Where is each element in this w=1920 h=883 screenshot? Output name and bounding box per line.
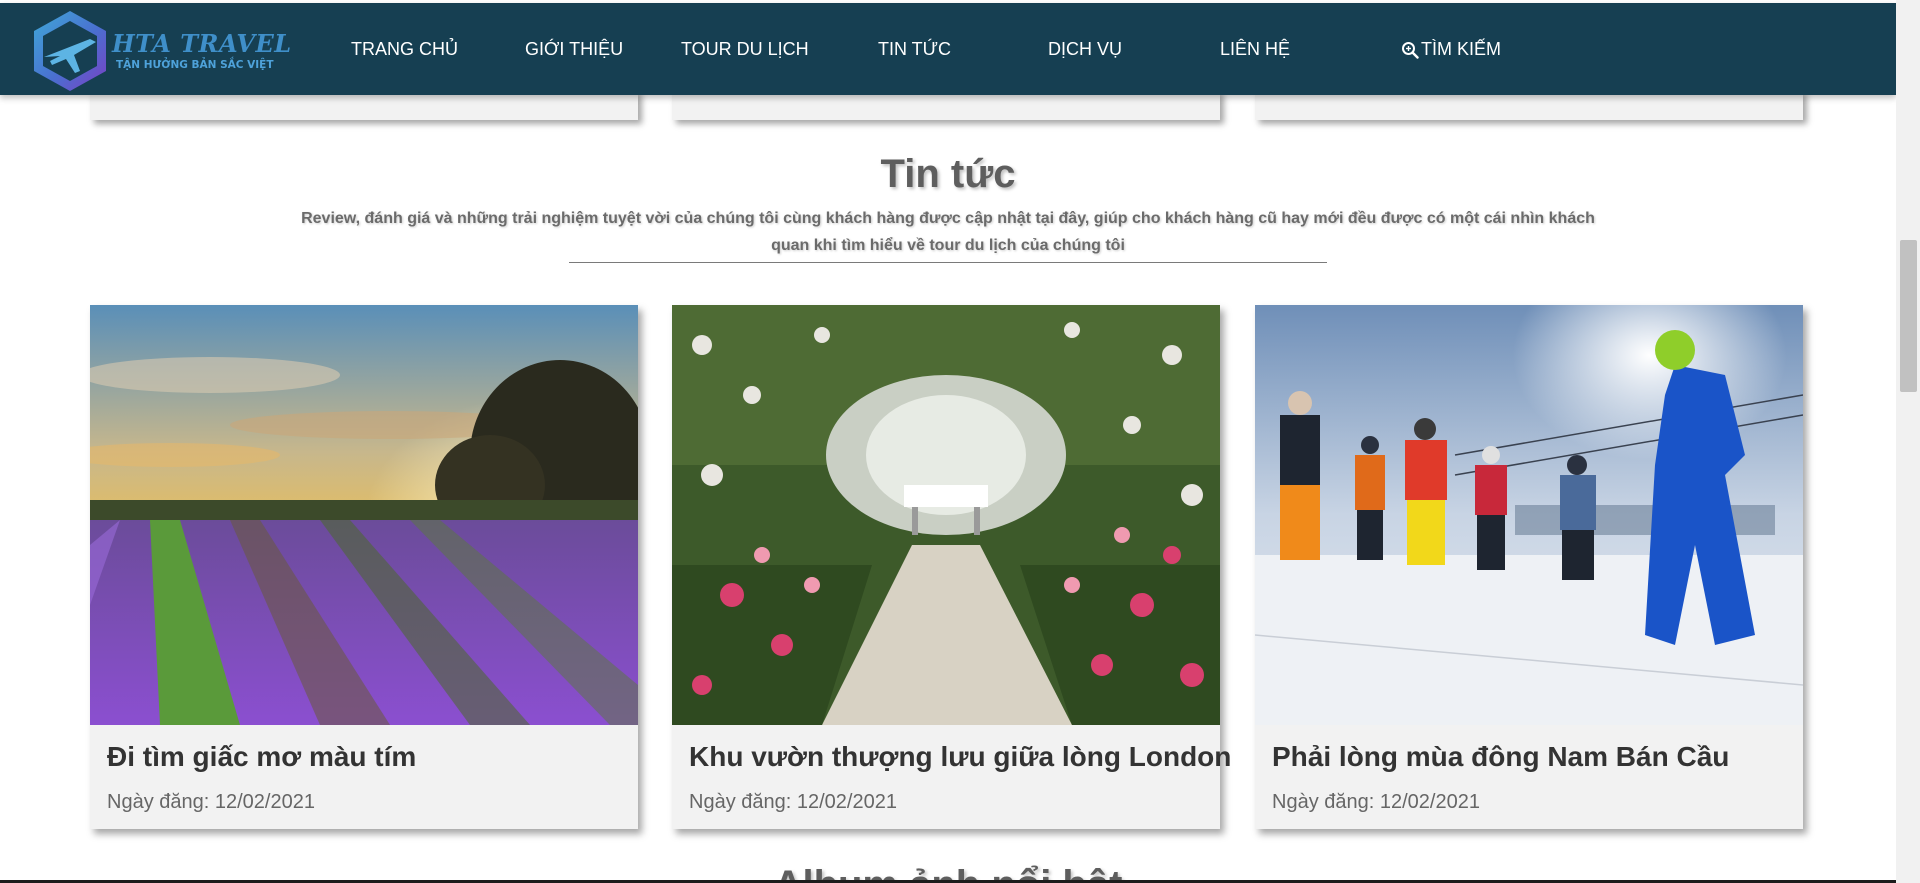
nav-item-services[interactable]: DỊCH VỤ — [1048, 39, 1122, 60]
scrollbar-thumb[interactable] — [1900, 240, 1917, 392]
news-card-date: Ngày đăng: 12/02/2021 — [1272, 791, 1480, 813]
news-card-date: Ngày đăng: 12/02/2021 — [107, 791, 315, 813]
section-divider — [569, 262, 1327, 263]
nav-item-tours[interactable]: TOUR DU LỊCH — [681, 39, 809, 60]
album-section-title: Album ảnh nổi bật — [0, 863, 1896, 880]
nav-item-contact[interactable]: LIÊN HỆ — [1220, 39, 1290, 60]
nav-item-about[interactable]: GIỚI THIỆU — [525, 39, 623, 60]
nav-search-label: TÌM KIẾM — [1421, 39, 1501, 59]
news-image-rose-garden[interactable] — [672, 305, 1220, 725]
news-card-title[interactable]: Đi tìm giấc mơ màu tím — [107, 741, 416, 773]
news-card-title[interactable]: Khu vườn thượng lưu giữa lòng London — [689, 741, 1231, 773]
news-section-description: Review, đánh giá và những trải nghiệm tu… — [301, 210, 1595, 254]
news-image-lavender[interactable] — [90, 305, 638, 725]
nav-item-home[interactable]: TRANG CHỦ — [351, 39, 458, 60]
news-image-ski[interactable] — [1255, 305, 1803, 725]
news-card-date: Ngày đăng: 12/02/2021 — [689, 791, 897, 813]
vertical-scrollbar-track[interactable] — [1896, 0, 1920, 883]
main-nav: TRANG CHỦ GIỚI THIỆU TOUR DU LỊCH TIN TỨ… — [0, 3, 1896, 95]
search-icon — [1402, 41, 1419, 59]
nav-item-news[interactable]: TIN TỨC — [878, 39, 951, 60]
news-card[interactable]: Khu vườn thượng lưu giữa lòng London Ngà… — [672, 305, 1231, 829]
nav-item-search[interactable]: TÌM KIẾM — [1401, 39, 1501, 60]
news-card[interactable]: Đi tìm giấc mơ màu tím Ngày đăng: 12/02/… — [90, 305, 638, 829]
news-card[interactable]: Phải lòng mùa đông Nam Bán Cầu Ngày đăng… — [1255, 305, 1803, 829]
news-card-title[interactable]: Phải lòng mùa đông Nam Bán Cầu — [1272, 741, 1729, 773]
header-navbar: HTA TRAVEL TẬN HƯỞNG BẢN SẮC VIỆT TRANG … — [0, 3, 1896, 95]
page-viewport: HTA TRAVEL TẬN HƯỞNG BẢN SẮC VIỆT TRANG … — [0, 0, 1896, 880]
news-section-title: Tin tức — [880, 152, 1016, 196]
